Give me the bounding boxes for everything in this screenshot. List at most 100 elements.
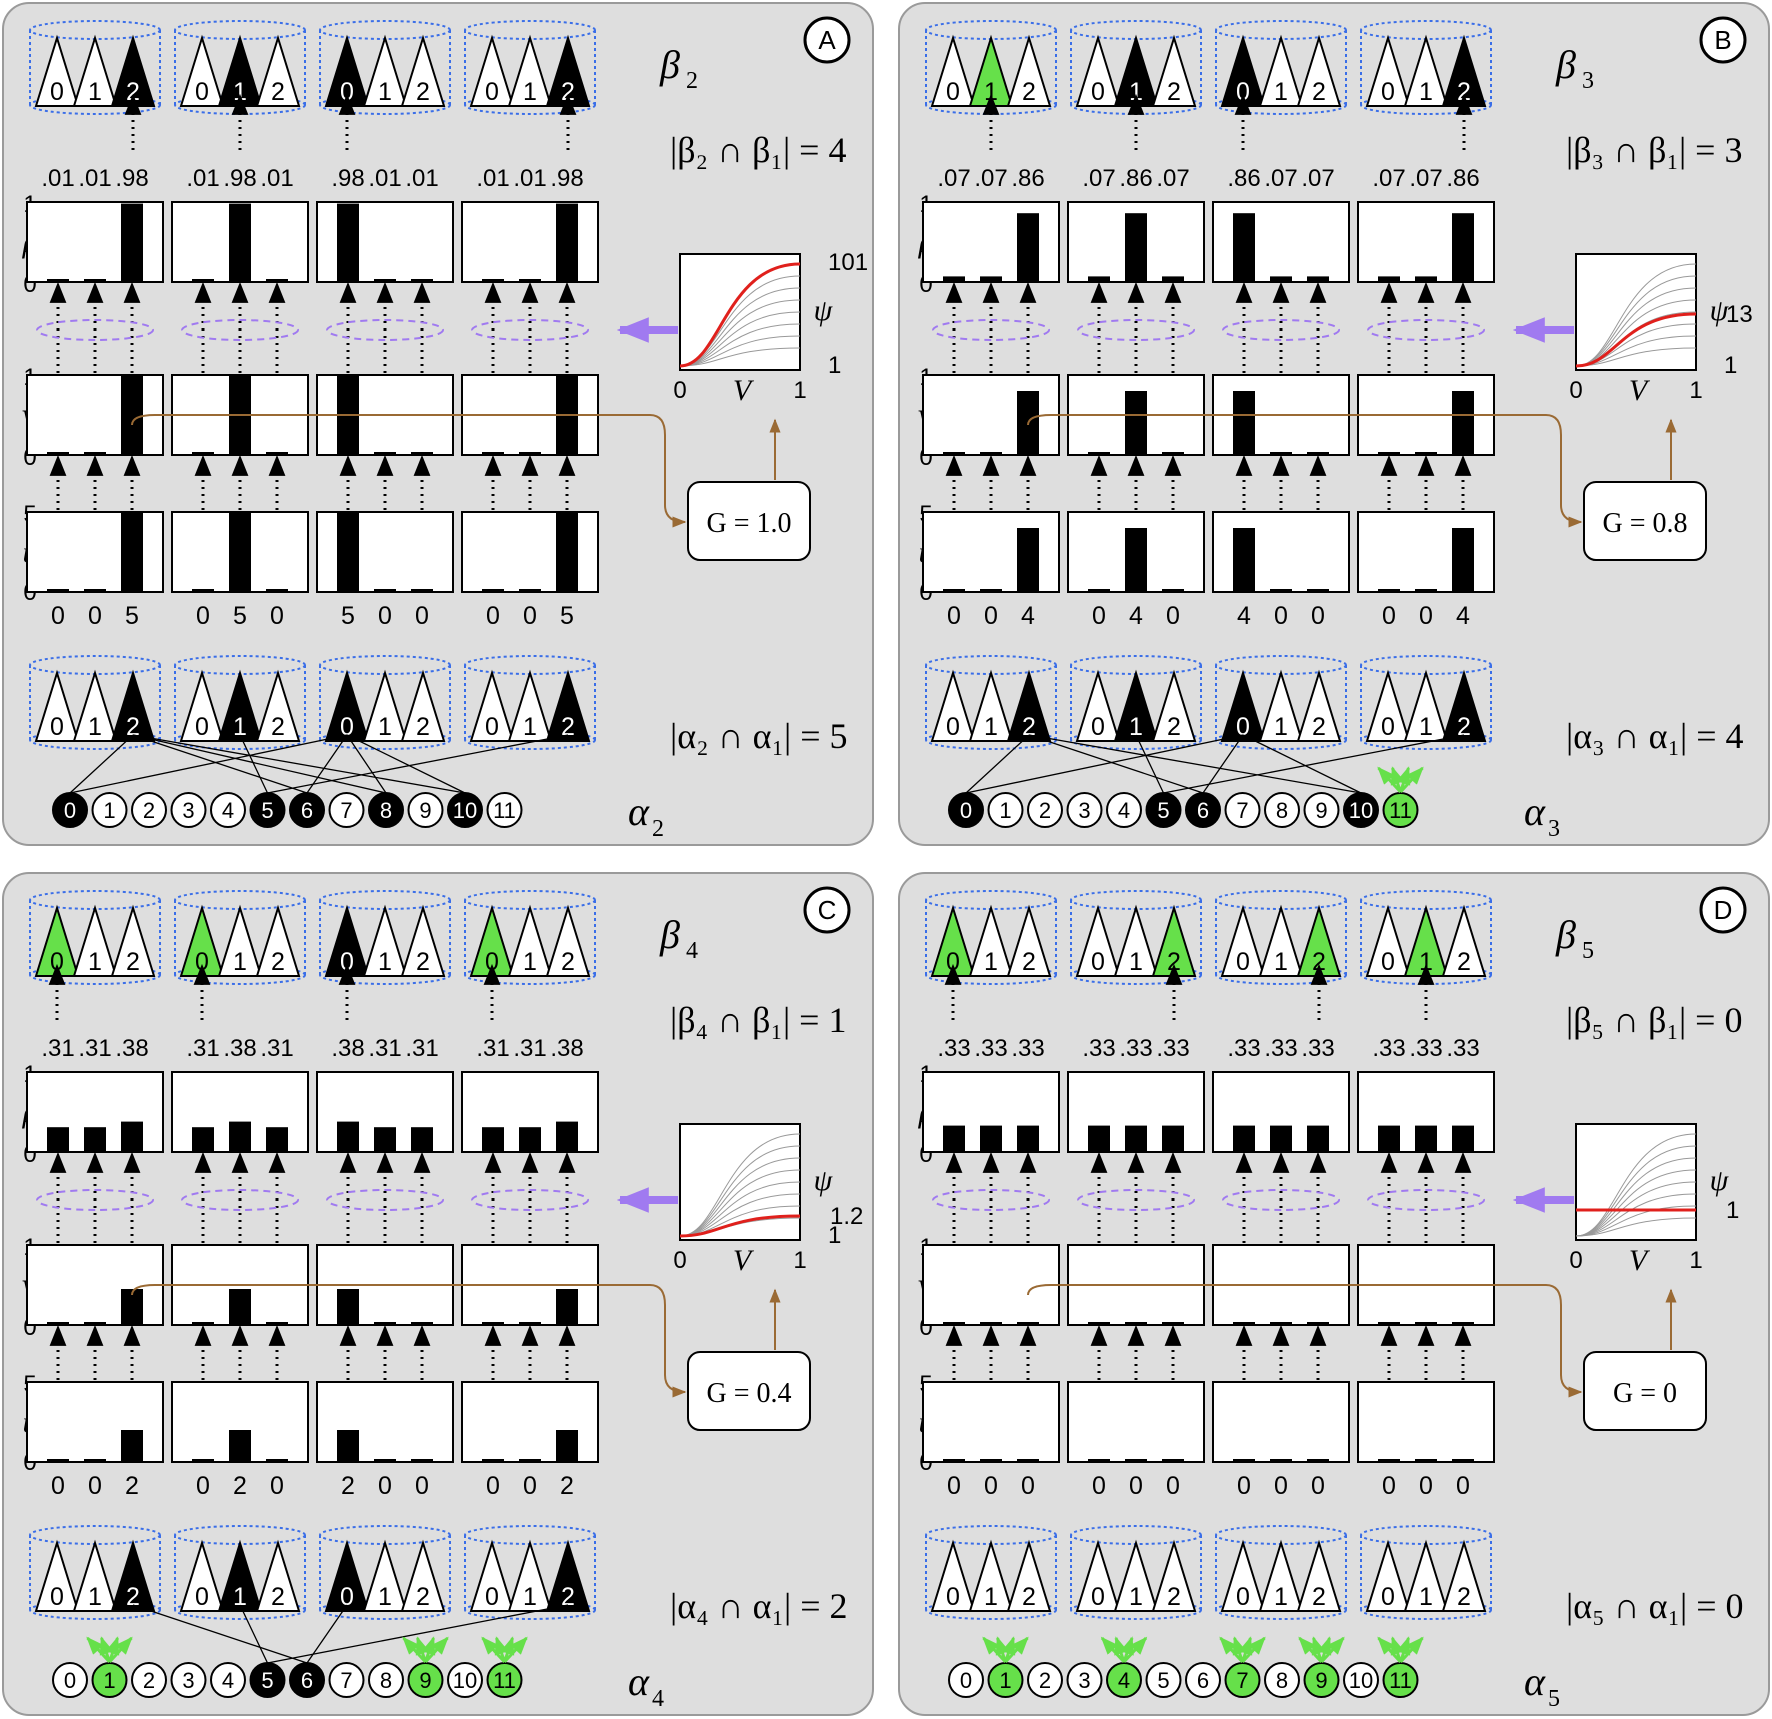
neuron-label: 0 xyxy=(64,1668,76,1693)
beta-overlap: |β₄ ∩ β₁| = 1 xyxy=(670,1000,846,1040)
u-bar xyxy=(1233,1459,1255,1462)
neuron-label: 8 xyxy=(1276,798,1288,823)
rho-bar xyxy=(1452,213,1474,282)
rho-value-label: .33 xyxy=(1264,1035,1297,1062)
triangle-label: 0 xyxy=(340,1583,354,1611)
rho-bar xyxy=(411,1127,433,1152)
neuron-label: 7 xyxy=(1236,798,1248,823)
v-bar xyxy=(192,452,214,455)
triangle-label: 0 xyxy=(1091,948,1105,976)
top-triangles-3: 012 xyxy=(1365,34,1487,107)
u-value-label: 0 xyxy=(984,1472,998,1500)
v-bar xyxy=(1233,1322,1255,1325)
neuron-label: 2 xyxy=(143,798,155,823)
v-box xyxy=(922,1244,1060,1326)
v-bar xyxy=(519,1322,541,1325)
triangle-label: 2 xyxy=(126,948,140,976)
neuron-label: 7 xyxy=(1236,1668,1248,1693)
rho-value-label: .01 xyxy=(368,165,401,192)
triangle-label: 2 xyxy=(1022,1583,1036,1611)
rho-value-label: .07 xyxy=(1409,165,1442,192)
rho-bar xyxy=(121,203,143,282)
rho-value-label: .33 xyxy=(1119,1035,1152,1062)
bottom-triangles-3: 012 xyxy=(469,669,591,742)
rho-value-label: .33 xyxy=(937,1035,970,1062)
psi-x-0: 0 xyxy=(1569,377,1582,404)
neuron-label: 9 xyxy=(1315,798,1327,823)
triangle-label: 1 xyxy=(1419,948,1433,976)
v-bar xyxy=(1162,452,1184,455)
u-value-label: 5 xyxy=(233,602,247,630)
triangle-label: 1 xyxy=(984,713,998,741)
v-bar xyxy=(1452,391,1474,455)
panel-letter: A xyxy=(818,25,836,55)
u-bar xyxy=(1125,528,1147,592)
rho-bar xyxy=(47,1127,69,1152)
rho-value-label: .33 xyxy=(1082,1035,1115,1062)
psi-bottom-label: 1 xyxy=(1724,352,1737,379)
rho-bar xyxy=(1452,1125,1474,1152)
g-value: G = 0.8 xyxy=(1602,508,1687,539)
rho-value-label: .31 xyxy=(476,1035,509,1062)
v-bar xyxy=(411,452,433,455)
triangle-label: 1 xyxy=(88,1583,102,1611)
neuron-label: 6 xyxy=(1197,1668,1209,1693)
triangle-label: 2 xyxy=(561,713,575,741)
rho-value-label: .31 xyxy=(368,1035,401,1062)
rho-bar xyxy=(1017,213,1039,282)
rho-bar xyxy=(411,279,433,282)
triangle-label: 1 xyxy=(1274,948,1288,976)
alpha-symbol: α xyxy=(628,789,650,834)
u-box xyxy=(1212,1381,1350,1463)
top-triangles-1: 012 xyxy=(1075,34,1197,107)
rho-bar xyxy=(1307,1125,1329,1152)
rho-value-label: .07 xyxy=(1082,165,1115,192)
rho-value-label: .31 xyxy=(41,1035,74,1062)
rho-value-label: .33 xyxy=(1409,1035,1442,1062)
v-bar xyxy=(411,1322,433,1325)
u-value-label: 0 xyxy=(1382,602,1396,630)
panel-a: Aβ2|β₂ ∩ β₁| = 4|α₂ ∩ α₁| = 5α210ρ10V50u… xyxy=(2,2,874,846)
triangle-label: 1 xyxy=(1419,1583,1433,1611)
rho-bar xyxy=(943,1125,965,1152)
rho-value-label: .33 xyxy=(1446,1035,1479,1062)
v-bar xyxy=(1307,1322,1329,1325)
u-bar xyxy=(1125,1459,1147,1462)
triangle-label: 0 xyxy=(50,713,64,741)
rho-bar xyxy=(1233,213,1255,282)
bottom-triangles-3: 012 xyxy=(1365,669,1487,742)
top-triangles-3: 012 xyxy=(469,904,591,977)
figure-canvas: Aβ2|β₂ ∩ β₁| = 4|α₂ ∩ α₁| = 5α210ρ10V50u… xyxy=(2,2,1770,1716)
v-bar xyxy=(482,452,504,455)
bottom-triangles-3: 012 xyxy=(1365,1539,1487,1612)
rho-value-label: .33 xyxy=(974,1035,1007,1062)
triangle-label: 0 xyxy=(195,78,209,106)
bottom-triangles-0: 012 xyxy=(34,1539,156,1612)
rho-value-label: .38 xyxy=(115,1035,148,1062)
u-value-label: 0 xyxy=(415,1472,429,1500)
neuron-label: 9 xyxy=(419,1668,431,1693)
neuron-label: 9 xyxy=(419,798,431,823)
u-value-label: 0 xyxy=(1129,1472,1143,1500)
rho-value-label: .01 xyxy=(260,165,293,192)
rho-value-label: .98 xyxy=(115,165,148,192)
rho-value-label: .33 xyxy=(1301,1035,1334,1062)
neuron-label: 5 xyxy=(1157,798,1169,823)
v-bar xyxy=(229,1289,251,1325)
u-bar xyxy=(1415,1459,1437,1462)
rho-value-label: .33 xyxy=(1227,1035,1260,1062)
u-bar xyxy=(943,1459,965,1462)
u-value-label: 0 xyxy=(1456,1472,1470,1500)
triangle-label: 1 xyxy=(1274,1583,1288,1611)
panel-c: Cβ4|β₄ ∩ β₁| = 1|α₄ ∩ α₁| = 2α410ρ10V50u… xyxy=(2,872,874,1716)
u-value-label: 0 xyxy=(523,602,537,630)
u-value-label: 0 xyxy=(486,602,500,630)
u-bar xyxy=(519,589,541,592)
triangle-label: 0 xyxy=(946,948,960,976)
rho-value-label: .98 xyxy=(223,165,256,192)
u-value-label: 0 xyxy=(415,602,429,630)
beta-subscript: 5 xyxy=(1582,938,1594,964)
neuron-label: 1 xyxy=(103,1668,115,1693)
u-value-label: 0 xyxy=(947,602,961,630)
rho-value-label: .07 xyxy=(937,165,970,192)
